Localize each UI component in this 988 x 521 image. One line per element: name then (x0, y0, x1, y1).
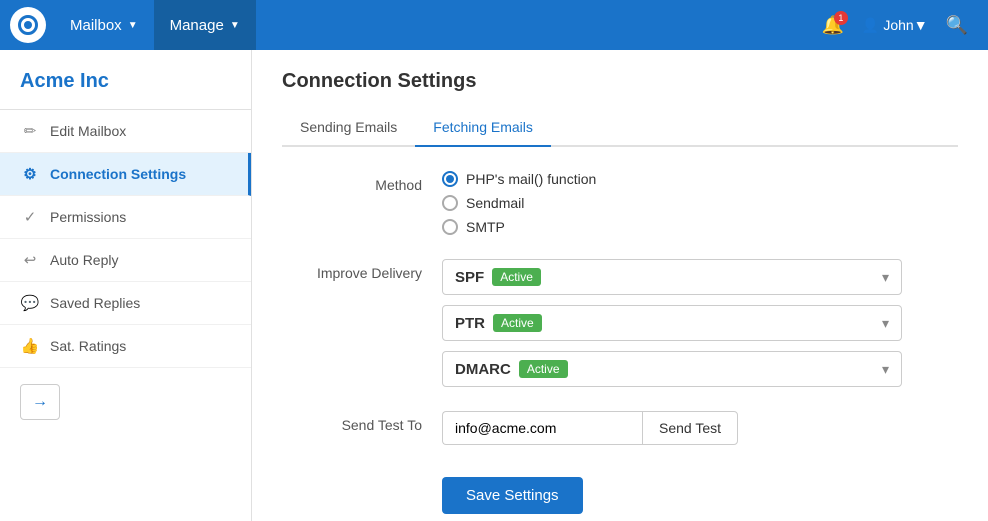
sidebar-item-edit-mailbox[interactable]: ✏ Edit Mailbox (0, 110, 251, 153)
radio-smtp-circle (442, 219, 458, 235)
sidebar-arrow-button[interactable]: → (20, 384, 60, 420)
notification-badge: 1 (834, 11, 848, 25)
dmarc-label: DMARC Active (455, 360, 568, 378)
check-icon: ✓ (20, 208, 40, 226)
arrow-right-icon: → (32, 393, 48, 411)
ptr-label: PTR Active (455, 314, 542, 332)
dropdown-group: SPF Active ▾ PTR Active ▾ (442, 259, 958, 387)
radio-php-circle (442, 171, 458, 187)
tabs: Sending Emails Fetching Emails (282, 109, 958, 147)
dmarc-caret-icon: ▾ (882, 361, 889, 378)
top-nav: Mailbox ▼ Manage ▼ 🔔 1 👤 John ▼ 🔍 (0, 0, 988, 50)
improve-delivery-control: SPF Active ▾ PTR Active ▾ (442, 259, 958, 387)
method-control: PHP's mail() function Sendmail SMTP (442, 171, 958, 235)
spf-caret-icon: ▾ (882, 269, 889, 286)
user-caret-icon: ▼ (914, 17, 928, 33)
thumbsup-icon: 👍 (20, 337, 40, 355)
nav-manage[interactable]: Manage ▼ (154, 0, 256, 50)
save-settings-button[interactable]: Save Settings (442, 477, 583, 514)
company-name: Acme Inc (0, 50, 251, 110)
spf-badge: Active (492, 268, 541, 286)
user-icon: 👤 (862, 17, 879, 34)
sidebar-item-sat-ratings[interactable]: 👍 Sat. Ratings (0, 325, 251, 368)
save-row: Save Settings (282, 469, 958, 514)
settings-icon: ⚙ (20, 165, 40, 183)
reply-icon: ↩ (20, 251, 40, 269)
page-title: Connection Settings (282, 70, 958, 93)
send-test-button[interactable]: Send Test (642, 411, 738, 445)
radio-php-mail[interactable]: PHP's mail() function (442, 171, 958, 187)
method-label: Method (282, 171, 442, 193)
radio-group: PHP's mail() function Sendmail SMTP (442, 171, 958, 235)
method-row: Method PHP's mail() function Sendmail SM… (282, 171, 958, 235)
send-test-email-input[interactable] (442, 411, 642, 445)
radio-smtp[interactable]: SMTP (442, 219, 958, 235)
ptr-badge: Active (493, 314, 542, 332)
dmarc-badge: Active (519, 360, 568, 378)
spf-dropdown[interactable]: SPF Active ▾ (442, 259, 902, 295)
sidebar: Acme Inc ✏ Edit Mailbox ⚙ Connection Set… (0, 50, 252, 521)
ptr-caret-icon: ▾ (882, 315, 889, 332)
search-icon[interactable]: 🔍 (946, 15, 968, 36)
notification-bell-icon[interactable]: 🔔 1 (822, 15, 844, 36)
logo-icon (10, 7, 46, 43)
send-test-row: Send Test To Send Test (282, 411, 958, 445)
send-test-label: Send Test To (282, 411, 442, 433)
mailbox-caret-icon: ▼ (128, 20, 138, 31)
send-test-control: Send Test (442, 411, 958, 445)
radio-sendmail-circle (442, 195, 458, 211)
chat-icon: 💬 (20, 294, 40, 312)
sidebar-item-saved-replies[interactable]: 💬 Saved Replies (0, 282, 251, 325)
improve-delivery-row: Improve Delivery SPF Active ▾ PTR Active (282, 259, 958, 387)
radio-sendmail[interactable]: Sendmail (442, 195, 958, 211)
edit-icon: ✏ (20, 122, 40, 140)
user-menu[interactable]: 👤 John ▼ (862, 17, 928, 34)
dmarc-dropdown[interactable]: DMARC Active ▾ (442, 351, 902, 387)
improve-delivery-label: Improve Delivery (282, 259, 442, 281)
nav-mailbox[interactable]: Mailbox ▼ (54, 0, 154, 50)
send-test-input-row: Send Test (442, 411, 958, 445)
sidebar-item-connection-settings[interactable]: ⚙ Connection Settings (0, 153, 251, 196)
tab-sending-emails[interactable]: Sending Emails (282, 109, 415, 147)
sidebar-item-auto-reply[interactable]: ↩ Auto Reply (0, 239, 251, 282)
manage-caret-icon: ▼ (230, 20, 240, 31)
layout: Acme Inc ✏ Edit Mailbox ⚙ Connection Set… (0, 50, 988, 521)
sidebar-item-permissions[interactable]: ✓ Permissions (0, 196, 251, 239)
spf-label: SPF Active (455, 268, 541, 286)
main-content: Connection Settings Sending Emails Fetch… (252, 50, 988, 521)
ptr-dropdown[interactable]: PTR Active ▾ (442, 305, 902, 341)
tab-fetching-emails[interactable]: Fetching Emails (415, 109, 551, 147)
